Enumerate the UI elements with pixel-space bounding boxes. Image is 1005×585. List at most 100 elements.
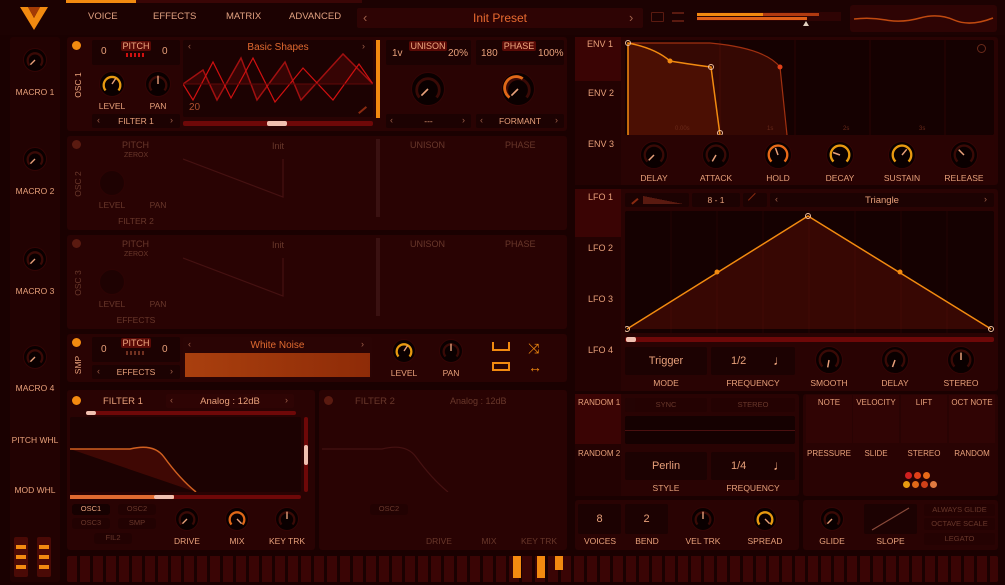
lfo3-tab[interactable]: LFO 3 — [588, 294, 613, 304]
sample-random-icon[interactable]: ⤨ — [528, 340, 539, 357]
velocity-tracking-knob[interactable] — [691, 507, 715, 531]
sample-keytrack-icon[interactable]: ↔ — [528, 359, 542, 375]
osc2-power-button[interactable] — [72, 140, 81, 149]
osc1-pan-knob[interactable] — [145, 71, 171, 97]
osc1-spectral-morph[interactable]: ‹ --- › — [386, 114, 471, 128]
always-glide-toggle[interactable]: ALWAYS GLIDE — [924, 504, 995, 516]
sample-pitch-box[interactable]: 0 PITCH 0 — [92, 337, 180, 362]
osc1-wavetable[interactable]: Basic Shapes ‹ › 20 — [183, 40, 373, 117]
lfo-knob-2[interactable] — [947, 346, 975, 374]
sample-bounce-icon[interactable] — [492, 362, 510, 371]
filter1-model[interactable]: ‹ Analog : 12dB › — [166, 394, 294, 408]
random-style[interactable]: Perlin — [625, 452, 707, 480]
filter2-power-button[interactable] — [324, 396, 333, 405]
random1-tab[interactable]: RANDOM 1 — [575, 394, 621, 444]
tab-advanced[interactable]: ADVANCED — [289, 11, 341, 22]
lfo-grid-size[interactable]: 8 - 1 — [692, 193, 740, 207]
osc3-power-button[interactable] — [72, 239, 81, 248]
keyboard[interactable] — [67, 556, 998, 582]
mod-wheel[interactable] — [37, 537, 51, 577]
legato-toggle[interactable]: LEGATO — [924, 533, 995, 545]
keymod-source-1[interactable]: VELOCITY — [853, 395, 899, 443]
filter1-mix-knob[interactable] — [225, 507, 249, 531]
lfo4-tab[interactable]: LFO 4 — [588, 345, 613, 355]
menu-icon[interactable] — [672, 12, 684, 22]
random-stereo-toggle[interactable]: STEREO — [711, 398, 795, 412]
key-pressed-3[interactable] — [555, 556, 563, 570]
glide-slope[interactable] — [864, 504, 917, 534]
filter1-src-osc2[interactable]: OSC2 — [118, 504, 156, 515]
sample-display[interactable]: White Noise ‹ › — [183, 337, 372, 378]
lfo-sync-note-icon[interactable]: ♩ — [773, 352, 787, 368]
osc1-frame-slider[interactable] — [183, 121, 373, 126]
lfo-knob-1[interactable] — [881, 346, 909, 374]
lfo-shape-selector[interactable]: ‹ Triangle › — [770, 193, 994, 207]
macro-2[interactable]: MACRO 2 — [10, 136, 60, 232]
filter2-src-osc2[interactable]: OSC2 — [370, 504, 408, 515]
keymod-source-2[interactable]: LIFT — [901, 395, 947, 443]
env1-tab[interactable]: ENV 1 — [575, 37, 621, 81]
sample-power-button[interactable] — [72, 338, 81, 347]
osc2-level-knob[interactable] — [99, 170, 125, 196]
octave-scale-toggle[interactable]: OCTAVE SCALE — [924, 518, 995, 530]
envelope-graph[interactable]: 0.00s 1s 2s 3s — [625, 40, 994, 136]
lfo-mode[interactable]: Trigger — [625, 347, 707, 375]
osc1-spectral-knob[interactable] — [411, 72, 445, 106]
lfo-knob-0[interactable] — [815, 346, 843, 374]
filter1-response[interactable] — [70, 417, 301, 493]
macro-3-knob[interactable] — [23, 247, 47, 271]
lfo2-tab[interactable]: LFO 2 — [588, 243, 613, 253]
filter1-drive-knob[interactable] — [175, 507, 199, 531]
macro-1[interactable]: MACRO 1 — [10, 37, 60, 133]
osc1-destination[interactable]: ‹ FILTER 1 › — [92, 114, 180, 128]
env-knob-3[interactable] — [826, 141, 854, 169]
env-knob-4[interactable] — [888, 141, 916, 169]
lfo-brush-icon[interactable] — [627, 193, 639, 205]
filter1-resonance-slider[interactable] — [304, 417, 308, 492]
tab-effects[interactable]: EFFECTS — [153, 11, 196, 22]
filter1-cutoff-slider[interactable] — [70, 495, 301, 499]
osc1-unison[interactable]: 1v UNISON 20% — [386, 40, 471, 65]
env-knob-2[interactable] — [764, 141, 792, 169]
lfo-phase-slider[interactable] — [625, 337, 994, 342]
macro-2-knob[interactable] — [23, 147, 47, 171]
bend-range[interactable]: 2 — [625, 504, 668, 534]
filter1-src-osc1[interactable]: OSC1 — [72, 504, 110, 515]
random-sync-note-icon[interactable]: ♩ — [773, 457, 787, 473]
macro-3[interactable]: MACRO 3 — [10, 236, 60, 332]
key-pressed-1[interactable] — [513, 556, 521, 578]
sample-level-knob[interactable] — [392, 339, 416, 363]
osc1-level-knob[interactable] — [99, 71, 125, 97]
stereo-spread-knob[interactable] — [753, 507, 777, 531]
sample-destination[interactable]: ‹ EFFECTS › — [92, 365, 180, 379]
keymod-source-4[interactable]: PRESSURE — [806, 446, 852, 494]
osc3-level-knob[interactable] — [99, 269, 125, 295]
lfo-paint-tool[interactable] — [625, 193, 689, 207]
keymod-source-5[interactable]: SLIDE — [853, 446, 899, 494]
random2-tab[interactable]: RANDOM 2 — [578, 449, 620, 458]
sample-loop-icon[interactable] — [492, 342, 510, 351]
key-pressed-2[interactable] — [537, 556, 545, 578]
sample-pan-knob[interactable] — [439, 339, 463, 363]
keymod-source-0[interactable]: NOTE — [806, 395, 852, 443]
preset-selector[interactable]: ‹ Init Preset › — [357, 8, 643, 28]
filter1-src-osc3[interactable]: OSC3 — [72, 518, 110, 529]
lfo1-tab[interactable]: LFO 1 — [575, 189, 621, 237]
save-icon[interactable] — [651, 12, 664, 22]
volume-meter[interactable] — [697, 12, 841, 21]
env-zoom-icon[interactable] — [977, 44, 986, 53]
random-frequency[interactable]: 1/4 ♩ — [711, 452, 795, 480]
macro-4-knob[interactable] — [23, 345, 47, 369]
glide-knob[interactable] — [820, 507, 844, 531]
env-knob-1[interactable] — [702, 141, 730, 169]
lfo-smooth-toggle[interactable] — [743, 192, 767, 208]
tab-matrix[interactable]: MATRIX — [226, 11, 261, 22]
keymod-source-7[interactable]: RANDOM — [949, 446, 995, 494]
macro-1-knob[interactable] — [23, 48, 47, 72]
env2-tab[interactable]: ENV 2 — [588, 88, 614, 98]
filter1-src-fil2[interactable]: FIL2 — [94, 533, 132, 544]
volume-pointer-icon[interactable] — [803, 21, 809, 26]
filter1-keytrack-knob[interactable] — [275, 507, 299, 531]
logo-icon[interactable] — [18, 4, 50, 32]
osc1-distortion-knob[interactable] — [501, 72, 535, 106]
